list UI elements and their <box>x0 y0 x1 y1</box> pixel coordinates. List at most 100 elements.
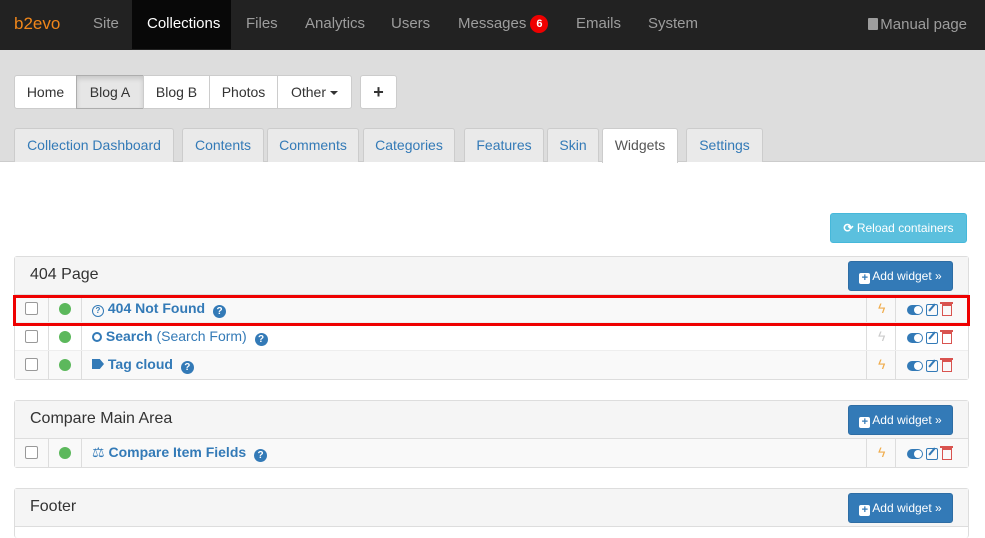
toggle-icon[interactable] <box>907 333 923 343</box>
widget-name[interactable]: ⚖ Compare Item Fields ? <box>92 444 268 462</box>
refresh-icon: ⟳ <box>843 221 854 235</box>
panel-header: 404 Page + Add widget » <box>15 257 968 295</box>
widget-row: Search (Search Form) ? ϟ <box>15 323 968 351</box>
help-icon[interactable]: ? <box>180 361 194 374</box>
widget-name[interactable]: Search (Search Form) ? <box>92 328 268 346</box>
tab-features[interactable]: Features <box>464 128 544 162</box>
status-dot[interactable] <box>59 359 71 371</box>
nav-site[interactable]: Site <box>78 0 134 49</box>
brand-logo[interactable]: b2evo <box>14 14 60 34</box>
widget-name[interactable]: ? 404 Not Found ? <box>92 300 227 318</box>
search-icon <box>92 332 102 342</box>
manual-page-link[interactable]: Manual page <box>868 16 967 33</box>
tab-comments[interactable]: Comments <box>267 128 359 162</box>
top-navbar: b2evo Site Collections Files Analytics U… <box>0 0 985 50</box>
widget-label: Compare Item Fields <box>108 444 247 460</box>
container-title: Compare Main Area <box>30 410 173 427</box>
add-widget-button[interactable]: + Add widget » <box>848 261 953 291</box>
help-icon[interactable]: ? <box>213 305 227 318</box>
edit-icon[interactable] <box>926 304 938 316</box>
widget-checkbox[interactable] <box>25 302 38 315</box>
widget-checkbox[interactable] <box>25 330 38 343</box>
help-icon[interactable]: ? <box>254 449 268 462</box>
trash-icon[interactable] <box>940 446 953 460</box>
widget-checkbox[interactable] <box>25 358 38 371</box>
status-dot[interactable] <box>59 447 71 459</box>
balance-scale-icon: ⚖ <box>92 444 105 460</box>
add-collection-button[interactable]: + <box>360 75 397 109</box>
cache-bolt-icon[interactable]: ϟ <box>878 300 885 316</box>
container-panel-compare-main-area: Compare Main Area + Add widget » ⚖ Compar… <box>14 400 969 468</box>
status-dot[interactable] <box>59 331 71 343</box>
tab-widgets[interactable]: Widgets <box>602 128 678 163</box>
plus-square-icon: + <box>859 417 871 428</box>
collection-blog-a[interactable]: Blog A <box>76 75 144 109</box>
cache-bolt-icon[interactable]: ϟ <box>878 356 885 372</box>
widget-actions <box>907 330 953 346</box>
add-widget-button[interactable]: + Add widget » <box>848 493 953 523</box>
widget-row: ⚖ Compare Item Fields ? ϟ <box>15 439 968 467</box>
collection-other-dropdown[interactable]: Other <box>277 75 352 109</box>
edit-icon[interactable] <box>926 360 938 372</box>
widget-sublabel: (Search Form) <box>156 328 247 344</box>
collection-home[interactable]: Home <box>14 75 77 109</box>
widget-actions <box>907 446 953 462</box>
nav-files[interactable]: Files <box>231 0 293 49</box>
widget-label: Tag cloud <box>107 356 173 372</box>
tab-settings[interactable]: Settings <box>686 128 763 162</box>
widget-row: Tag cloud ? ϟ <box>15 351 968 379</box>
nav-emails[interactable]: Emails <box>561 0 636 49</box>
reload-containers-label: Reload containers <box>856 221 954 235</box>
book-icon <box>868 18 879 30</box>
nav-system[interactable]: System <box>633 0 713 49</box>
widget-label: Search <box>105 328 153 344</box>
nav-messages[interactable]: Messages 6 <box>443 0 563 49</box>
collection-other-label: Other <box>290 84 326 100</box>
plus-square-icon: + <box>859 505 871 516</box>
widget-name[interactable]: Tag cloud ? <box>92 356 194 374</box>
container-title: Footer <box>30 498 77 515</box>
trash-icon[interactable] <box>940 330 953 344</box>
cache-bolt-icon[interactable]: ϟ <box>878 444 885 460</box>
collection-photos[interactable]: Photos <box>209 75 278 109</box>
widget-actions <box>907 358 953 374</box>
nav-messages-label: Messages <box>458 15 527 32</box>
widget-row: ? 404 Not Found ? ϟ <box>15 295 968 323</box>
panel-header: Footer + Add widget » <box>15 489 968 527</box>
tab-contents[interactable]: Contents <box>182 128 264 162</box>
toggle-icon[interactable] <box>907 305 923 315</box>
add-widget-label: Add widget » <box>872 501 942 515</box>
cache-bolt-icon[interactable]: ϟ <box>878 328 885 344</box>
add-widget-label: Add widget » <box>872 269 942 283</box>
panel-header: Compare Main Area + Add widget » <box>15 401 968 439</box>
question-circle-icon: ? <box>92 305 104 317</box>
nav-analytics[interactable]: Analytics <box>290 0 380 49</box>
plus-square-icon: + <box>859 273 871 284</box>
edit-icon[interactable] <box>926 332 938 344</box>
widget-label: 404 Not Found <box>107 300 206 316</box>
caret-down-icon <box>330 91 338 95</box>
trash-icon[interactable] <box>940 302 953 316</box>
messages-count-badge: 6 <box>530 15 549 33</box>
tab-skin[interactable]: Skin <box>547 128 599 162</box>
help-icon[interactable]: ? <box>254 333 268 346</box>
tab-categories[interactable]: Categories <box>363 128 455 162</box>
add-widget-button[interactable]: + Add widget » <box>848 405 953 435</box>
toggle-icon[interactable] <box>907 361 923 371</box>
collection-blog-b[interactable]: Blog B <box>143 75 210 109</box>
manual-page-label: Manual page <box>880 16 967 33</box>
container-panel-404-page: 404 Page + Add widget » ? 404 Not Found ?… <box>14 256 969 380</box>
add-widget-label: Add widget » <box>872 413 942 427</box>
container-panel-footer: Footer + Add widget » <box>14 488 969 538</box>
tags-icon <box>92 359 104 369</box>
nav-collections[interactable]: Collections <box>132 0 231 49</box>
toggle-icon[interactable] <box>907 449 923 459</box>
edit-icon[interactable] <box>926 448 938 460</box>
reload-containers-button[interactable]: ⟳ Reload containers <box>830 213 967 243</box>
tab-collection-dashboard[interactable]: Collection Dashboard <box>14 128 174 162</box>
widget-actions <box>907 302 953 318</box>
nav-users[interactable]: Users <box>376 0 445 49</box>
trash-icon[interactable] <box>940 358 953 372</box>
widget-checkbox[interactable] <box>25 446 38 459</box>
status-dot[interactable] <box>59 303 71 315</box>
